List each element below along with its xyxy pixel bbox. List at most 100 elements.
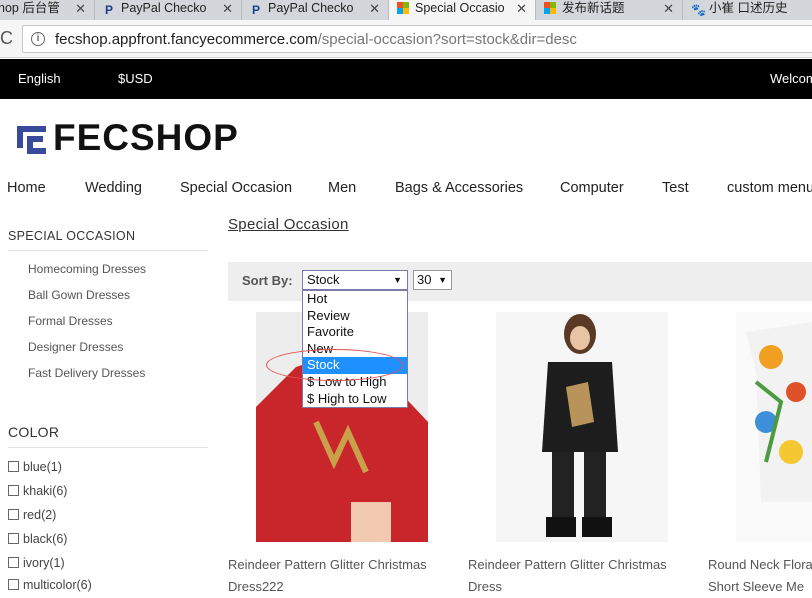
product-name-line: Round Neck Flora bbox=[708, 557, 812, 572]
sidebar-category-link[interactable]: Designer Dresses bbox=[28, 340, 123, 354]
close-icon[interactable]: ✕ bbox=[75, 0, 86, 17]
checkbox[interactable] bbox=[8, 461, 19, 472]
checkbox[interactable] bbox=[8, 557, 19, 568]
tab-title: PayPal Checko bbox=[268, 1, 354, 15]
welcome-text: Welcom bbox=[770, 71, 812, 86]
checkbox[interactable] bbox=[8, 533, 19, 544]
nav-item-special-occasion[interactable]: Special Occasion bbox=[180, 180, 292, 196]
tab-title: PayPal Checko bbox=[121, 1, 207, 15]
dropdown-arrow-icon: ▼ bbox=[393, 275, 402, 285]
color-filter-label: multicolor(6) bbox=[23, 578, 92, 592]
url-input[interactable]: i fecshop.appfront.fancyecommerce.com/sp… bbox=[22, 25, 812, 53]
page-title[interactable]: Special Occasion bbox=[228, 216, 349, 233]
nav-item-computer[interactable]: Computer bbox=[560, 180, 624, 196]
nav-item-wedding[interactable]: Wedding bbox=[85, 180, 142, 196]
tab-title: 发布新话题 bbox=[562, 1, 625, 15]
browser-tab-4-active[interactable]: Special Occasio ✕ bbox=[389, 0, 536, 20]
browser-tab-3[interactable]: P PayPal Checko ✕ bbox=[242, 0, 389, 20]
address-bar: C i fecshop.appfront.fancyecommerce.com/… bbox=[0, 20, 812, 58]
currency-switcher[interactable]: $USD bbox=[118, 71, 153, 86]
url-text: fecshop.appfront.fancyecommerce.com/spec… bbox=[55, 31, 577, 48]
site-topbar: English $USD Welcom bbox=[0, 59, 812, 99]
sidebar-category-title: SPECIAL OCCASION bbox=[8, 229, 136, 243]
sort-label: Sort By: bbox=[242, 273, 293, 288]
sidebar-category-link[interactable]: Formal Dresses bbox=[28, 314, 113, 328]
tab-title: 小崔 口述历史 bbox=[709, 1, 788, 15]
nav-item-custom-menu[interactable]: custom menu bbox=[727, 180, 812, 196]
nav-item-home[interactable]: Home bbox=[7, 180, 46, 196]
windows-icon bbox=[397, 2, 409, 14]
sort-option-review[interactable]: Review bbox=[303, 308, 407, 325]
color-filter-label: khaki(6) bbox=[23, 484, 68, 498]
color-filter-item[interactable]: red(2) bbox=[8, 508, 56, 522]
info-icon[interactable]: i bbox=[31, 32, 45, 46]
browser-tab-2[interactable]: P PayPal Checko ✕ bbox=[95, 0, 242, 20]
product-image[interactable] bbox=[736, 312, 812, 542]
product-name-2[interactable]: Reindeer Pattern Glitter Christmas Dress bbox=[468, 554, 698, 598]
browser-tab-1[interactable]: hop 后台管 ✕ bbox=[0, 0, 95, 20]
browser-tab-5[interactable]: 发布新话题 ✕ bbox=[536, 0, 683, 20]
product-name-line: Dress222 bbox=[228, 579, 284, 594]
reload-icon[interactable]: C bbox=[0, 28, 13, 49]
paypal-icon: P bbox=[251, 3, 260, 17]
sidebar-category-link[interactable]: Fast Delivery Dresses bbox=[28, 366, 145, 380]
per-page-select[interactable]: 30 ▼ bbox=[413, 270, 452, 290]
divider bbox=[8, 250, 208, 251]
url-host: fecshop.appfront.fancyecommerce.com bbox=[55, 31, 318, 48]
windows-icon bbox=[544, 2, 556, 14]
tab-title: Special Occasio bbox=[415, 1, 505, 15]
color-filter-item[interactable]: ivory(1) bbox=[8, 556, 65, 570]
sort-select[interactable]: Stock ▼ bbox=[302, 270, 408, 290]
color-filter-label: red(2) bbox=[23, 508, 57, 522]
sort-option-hot[interactable]: Hot bbox=[303, 291, 407, 308]
paypal-icon: P bbox=[104, 3, 113, 17]
url-path: /special-occasion?sort=stock&dir=desc bbox=[317, 31, 577, 48]
product-name-line: Reindeer Pattern Glitter Christmas bbox=[468, 557, 667, 572]
main-nav: Home Wedding Special Occasion Men Bags &… bbox=[0, 178, 812, 198]
sidebar-category-link[interactable]: Ball Gown Dresses bbox=[28, 288, 130, 302]
tab-title: hop 后台管 bbox=[0, 1, 60, 15]
per-page-value: 30 bbox=[417, 272, 432, 287]
product-name-1[interactable]: Reindeer Pattern Glitter Christmas Dress2… bbox=[228, 554, 458, 598]
color-filter-label: black(6) bbox=[23, 532, 68, 546]
sidebar-color-title: COLOR bbox=[8, 424, 60, 440]
color-filter-label: ivory(1) bbox=[23, 556, 65, 570]
sort-option-favorite[interactable]: Favorite bbox=[303, 324, 407, 341]
browser-tab-6[interactable]: 🐾 小崔 口述历史 bbox=[683, 0, 812, 20]
product-image[interactable] bbox=[496, 312, 668, 542]
color-filter-item[interactable]: khaki(6) bbox=[8, 484, 67, 498]
checkbox[interactable] bbox=[8, 509, 19, 520]
nav-item-test[interactable]: Test bbox=[662, 180, 689, 196]
sort-selected-value: Stock bbox=[307, 272, 340, 287]
color-filter-label: blue(1) bbox=[23, 460, 62, 474]
product-name-line: Dress bbox=[468, 579, 502, 594]
checkbox[interactable] bbox=[8, 485, 19, 496]
close-icon[interactable]: ✕ bbox=[663, 0, 674, 17]
sort-option-new[interactable]: New bbox=[303, 341, 407, 358]
sort-option-price-low-high[interactable]: $ Low to High bbox=[303, 374, 407, 391]
fecshop-logo-mark-icon bbox=[17, 126, 46, 154]
close-icon[interactable]: ✕ bbox=[222, 0, 233, 17]
color-filter-item[interactable]: blue(1) bbox=[8, 460, 62, 474]
sort-option-price-high-low[interactable]: $ High to Low bbox=[303, 391, 407, 408]
black-sweater-image bbox=[496, 312, 668, 542]
dropdown-arrow-icon: ▼ bbox=[438, 275, 447, 285]
product-name-line: Short Sleeve Me bbox=[708, 579, 805, 594]
browser-tab-strip: hop 后台管 ✕ P PayPal Checko ✕ P PayPal Check… bbox=[0, 0, 812, 20]
close-icon[interactable]: ✕ bbox=[369, 0, 380, 17]
nav-item-men[interactable]: Men bbox=[328, 180, 356, 196]
divider bbox=[8, 447, 208, 448]
nav-item-bags-accessories[interactable]: Bags & Accessories bbox=[395, 180, 523, 196]
sort-option-stock[interactable]: Stock bbox=[303, 357, 407, 374]
language-switcher[interactable]: English bbox=[18, 71, 61, 86]
product-name-line: Reindeer Pattern Glitter Christmas bbox=[228, 557, 427, 572]
sort-dropdown-list: Hot Review Favorite New Stock $ Low to H… bbox=[302, 290, 408, 408]
product-name-3[interactable]: Round Neck Flora Short Sleeve Me bbox=[708, 554, 812, 598]
color-filter-item[interactable]: black(6) bbox=[8, 532, 67, 546]
logo-text: FECSHOP bbox=[53, 117, 239, 158]
sidebar-category-link[interactable]: Homecoming Dresses bbox=[28, 262, 146, 276]
baidu-paw-icon: 🐾 bbox=[691, 3, 706, 17]
close-icon[interactable]: ✕ bbox=[516, 0, 527, 17]
floral-tshirt-image bbox=[736, 312, 812, 542]
color-filter-item[interactable]: multicolor(6) bbox=[8, 578, 92, 592]
